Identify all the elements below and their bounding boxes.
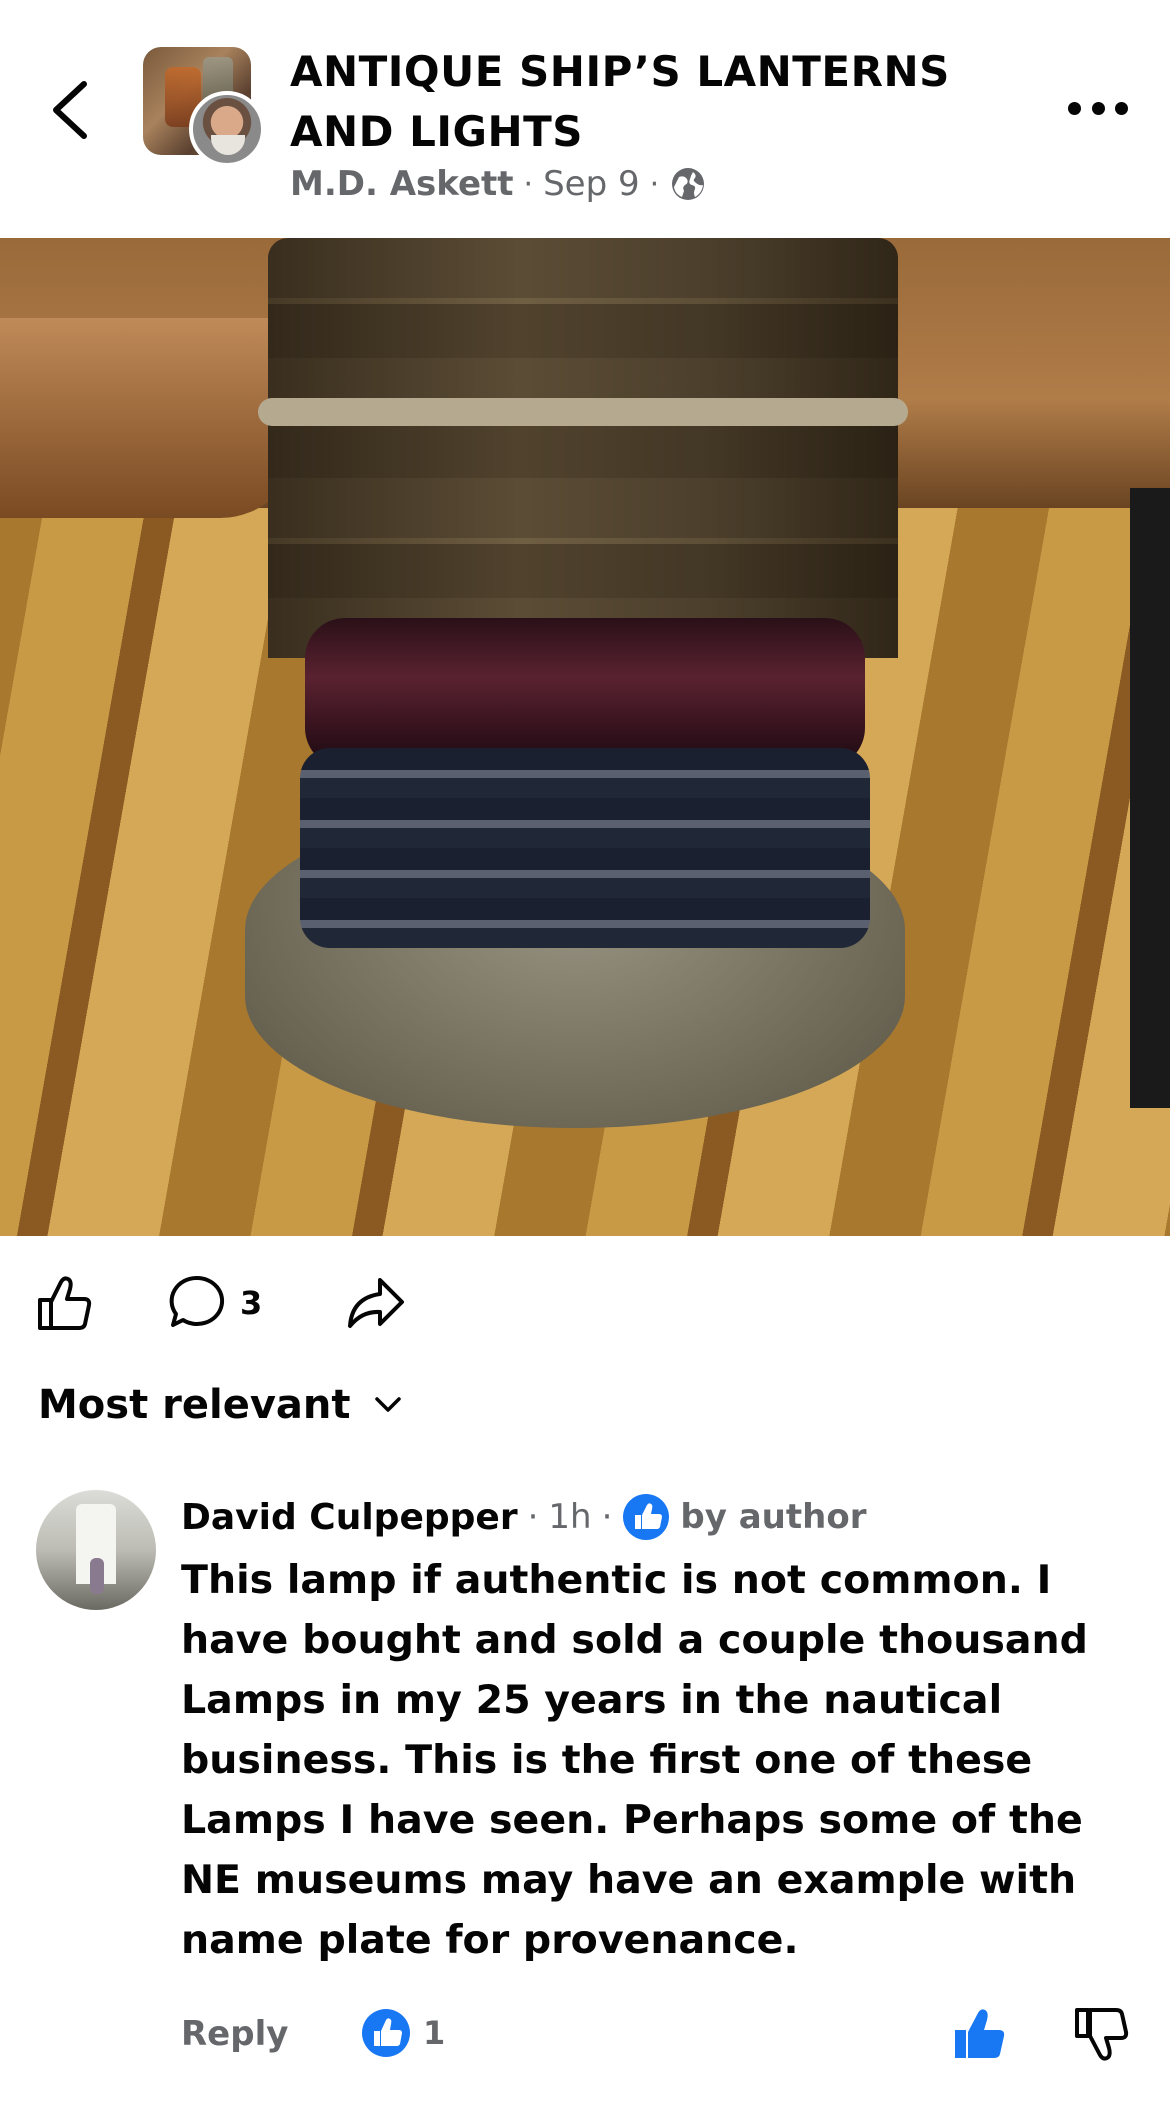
author-name[interactable]: M.D. Askett xyxy=(290,164,514,204)
sort-label: Most relevant xyxy=(38,1382,351,1428)
commenter-name[interactable]: David Culpepper xyxy=(181,1497,518,1538)
commenter-avatar[interactable] xyxy=(36,1490,156,1610)
comment-sort-dropdown[interactable]: Most relevant xyxy=(38,1382,403,1428)
post-meta: M.D. Askett · Sep 9 · xyxy=(290,162,707,206)
post-photo[interactable] xyxy=(0,238,1170,1236)
reply-button[interactable]: Reply xyxy=(181,2014,288,2054)
like-button[interactable] xyxy=(34,1272,96,1334)
author-avatar[interactable] xyxy=(189,91,265,167)
share-arrow-icon xyxy=(348,1278,404,1328)
comment-actions: Reply 1 xyxy=(181,2006,1141,2062)
more-dot-icon xyxy=(1115,101,1128,115)
share-button[interactable] xyxy=(344,1272,408,1334)
globe-icon xyxy=(672,168,705,200)
comment-body: This lamp if authentic is not common. I … xyxy=(181,1557,1088,1963)
photo-shadow xyxy=(1130,488,1170,1108)
lantern-clear-glass xyxy=(300,748,870,948)
meta-separator: · xyxy=(649,166,660,202)
comment-header: David Culpepper · 1h · by author xyxy=(181,1492,866,1542)
reaction-count: 1 xyxy=(423,2014,446,2052)
more-options-button[interactable] xyxy=(1068,96,1128,120)
author-like-badge-icon xyxy=(623,1494,670,1540)
more-dot-icon xyxy=(1068,101,1081,115)
thumbs-down-outline-icon[interactable] xyxy=(1073,2006,1129,2062)
group-title[interactable]: ANTIQUE SHIP’S LANTERNS AND LIGHTS xyxy=(290,42,1010,162)
thumbs-up-filled-icon[interactable] xyxy=(951,2006,1007,2062)
like-reaction-icon xyxy=(362,2009,410,2057)
chevron-down-icon xyxy=(374,1397,401,1412)
thumbs-up-outline-icon xyxy=(38,1276,92,1330)
back-button[interactable] xyxy=(44,78,98,142)
comment-reactions[interactable]: 1 xyxy=(361,2008,445,2058)
meta-separator: · xyxy=(523,166,534,202)
by-author-label: by author xyxy=(680,1497,867,1537)
comment-time: 1h xyxy=(548,1497,592,1537)
more-dot-icon xyxy=(1091,101,1105,115)
comment-bubble-icon xyxy=(169,1275,225,1327)
comment-button[interactable]: 3 xyxy=(166,1272,262,1334)
lantern-ring xyxy=(258,398,908,426)
comment-count: 3 xyxy=(240,1284,263,1322)
lantern-red-glass xyxy=(305,618,865,768)
lantern-image xyxy=(245,238,920,1138)
post-date[interactable]: Sep 9 xyxy=(543,164,640,204)
post-header: ANTIQUE SHIP’S LANTERNS AND LIGHTS M.D. … xyxy=(0,0,1170,238)
meta-separator: · xyxy=(527,1497,539,1537)
lantern-body xyxy=(268,238,898,658)
meta-separator: · xyxy=(601,1497,613,1537)
